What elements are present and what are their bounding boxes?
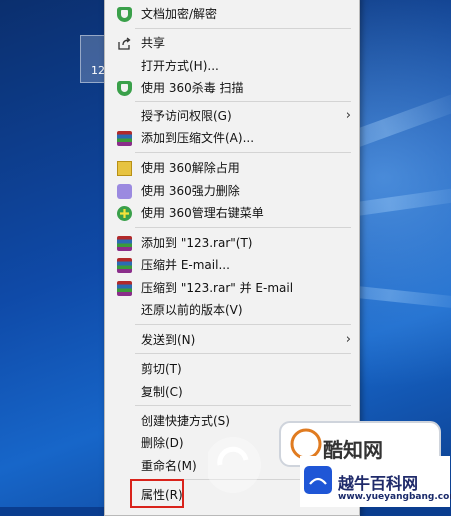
highlight-box	[130, 479, 184, 508]
menu-item-cut[interactable]: 剪切(T)	[105, 358, 359, 380]
share-icon	[117, 36, 132, 51]
menu-item-add-to-rar[interactable]: 添加到 "123.rar"(T)	[105, 232, 359, 254]
menu-item-restore-versions[interactable]: 还原以前的版本(V)	[105, 299, 359, 321]
menu-separator	[135, 28, 351, 29]
manage-icon	[117, 206, 132, 221]
menu-separator	[135, 405, 351, 406]
menu-separator	[135, 152, 351, 153]
menu-item-add-to-archive[interactable]: 添加到压缩文件(A)...	[105, 127, 359, 149]
menu-item-open-with[interactable]: 打开方式(H)...	[105, 55, 359, 77]
rar-icon	[117, 258, 132, 273]
menu-separator	[135, 324, 351, 325]
menu-separator	[135, 101, 351, 102]
menu-item-share[interactable]: 共享	[105, 32, 359, 54]
unlock-icon	[117, 161, 132, 176]
menu-item-send-to[interactable]: 发送到(N) ›	[105, 329, 359, 351]
chevron-right-icon: ›	[345, 332, 351, 347]
watermark-site-name: 越牛百科网	[338, 474, 419, 493]
menu-item-360-scan[interactable]: 使用 360杀毒 扫描	[105, 77, 359, 99]
watermark-url: www.yueyangbang.com	[338, 492, 451, 502]
menu-separator	[135, 353, 351, 354]
chevron-right-icon: ›	[345, 108, 351, 123]
menu-item-360-unlock[interactable]: 使用 360解除占用	[105, 157, 359, 179]
watermark: 酷知网 越牛百科网 www.yueyangbang.com	[208, 420, 451, 507]
shield-icon	[117, 7, 132, 22]
rar-icon	[117, 236, 132, 251]
rar-icon	[117, 131, 132, 146]
menu-item-compress-rar-email[interactable]: 压缩到 "123.rar" 并 E-mail	[105, 277, 359, 299]
shred-icon	[117, 184, 132, 199]
shield-icon	[117, 81, 132, 96]
desktop-file-label: 12	[91, 64, 105, 77]
menu-item-copy[interactable]: 复制(C)	[105, 381, 359, 403]
rar-icon	[117, 281, 132, 296]
menu-item-grant-access[interactable]: 授予访问权限(G) ›	[105, 105, 359, 127]
menu-item-360-manage[interactable]: 使用 360管理右键菜单	[105, 202, 359, 224]
menu-item-360-shred[interactable]: 使用 360强力删除	[105, 180, 359, 202]
menu-item-encrypt[interactable]: 文档加密/解密	[105, 3, 359, 25]
menu-item-compress-email[interactable]: 压缩并 E-mail...	[105, 254, 359, 276]
menu-separator	[135, 227, 351, 228]
watermark-brand: 酷知网	[323, 438, 383, 462]
